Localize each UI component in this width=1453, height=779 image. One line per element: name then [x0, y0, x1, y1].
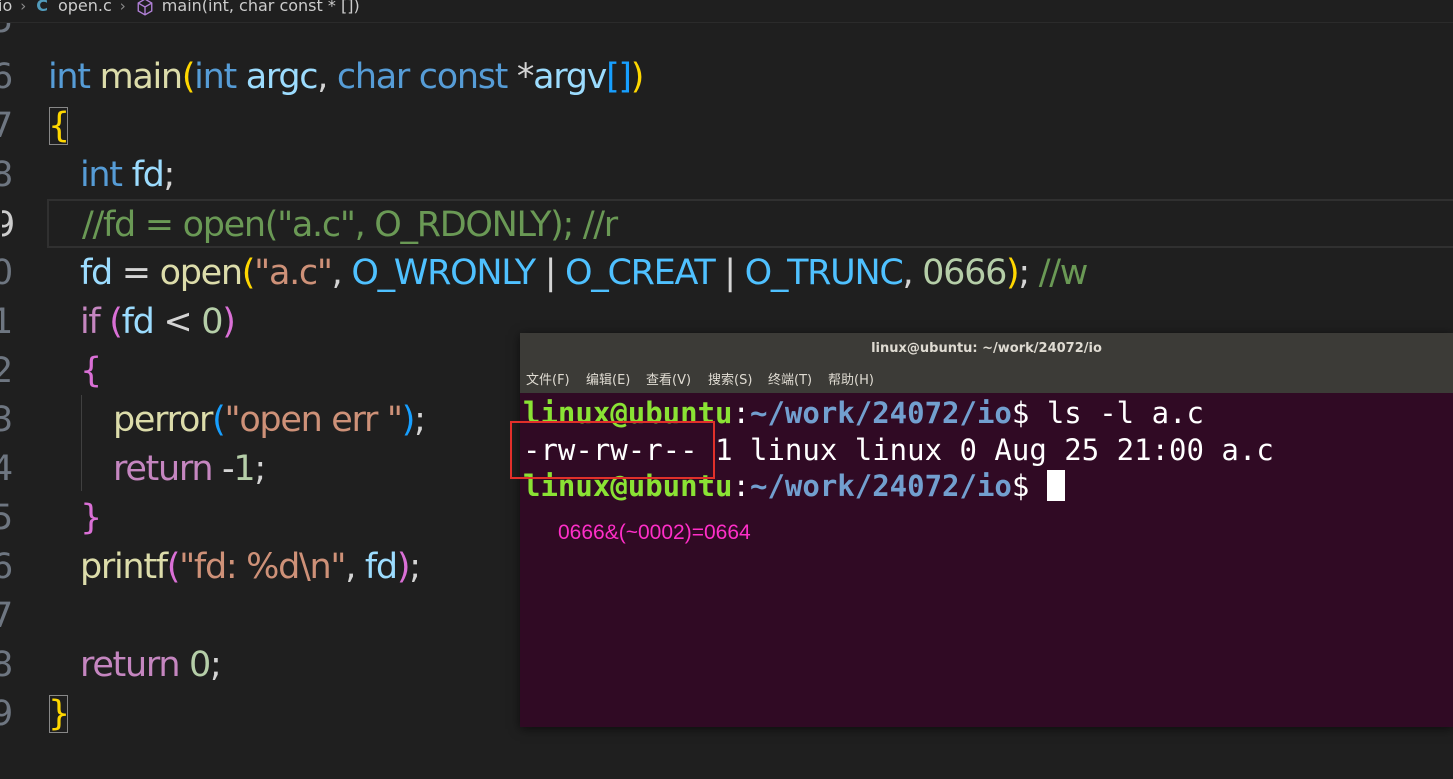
- c-file-icon: C: [36, 0, 48, 15]
- menu-edit[interactable]: 编辑(E): [586, 366, 630, 395]
- code-line: 5: [0, 23, 1453, 46]
- code-line-current: 9 //fd = open("a.c", O_RDONLY); //r: [2, 199, 1453, 248]
- terminal-cursor: [1046, 470, 1065, 501]
- code-text: return -1;: [113, 449, 266, 489]
- menu-view[interactable]: 查看(V): [646, 366, 691, 395]
- menu-terminal[interactable]: 终端(T): [768, 366, 812, 395]
- indent-guide: [81, 395, 82, 491]
- terminal-menubar: 文件(F) 编辑(E) 查看(V) 搜索(S) 终端(T) 帮助(H): [520, 364, 1453, 393]
- chevron-right-icon: ›: [20, 0, 27, 15]
- terminal-title: linux@ubuntu: ~/work/24072/io: [520, 333, 1453, 364]
- chevron-right-icon: ›: [119, 0, 126, 15]
- breadcrumb-symbol[interactable]: main(int, char const * []): [162, 0, 360, 14]
- permission-highlight-box: [510, 421, 715, 479]
- menu-search[interactable]: 搜索(S): [708, 366, 752, 395]
- menu-file[interactable]: 文件(F): [526, 366, 570, 395]
- annotation-note: 0666&(~0002)=0664: [558, 521, 751, 544]
- method-cube-icon: [136, 0, 154, 19]
- code-text: perror("open err ");: [113, 400, 426, 440]
- line-number: 12: [0, 351, 12, 391]
- menu-help[interactable]: 帮助(H): [828, 366, 874, 395]
- code-text: int fd;: [80, 155, 175, 195]
- code-line: 8 int fd;: [0, 151, 1453, 200]
- code-line: 6 int main(int argc, char const *argv[]): [0, 53, 1453, 102]
- line-number: 8: [0, 155, 12, 195]
- code-text: //fd = open("a.c", O_RDONLY); //r: [82, 205, 618, 245]
- code-text: if (fd < 0): [80, 302, 236, 342]
- code-text: return 0;: [80, 645, 222, 685]
- code-text: int main(int argc, char const *argv[]): [48, 57, 644, 97]
- line-number: 19: [0, 694, 12, 734]
- line-number: 15: [0, 498, 12, 538]
- line-number: 11: [0, 302, 12, 342]
- breadcrumb-file[interactable]: open.c: [58, 0, 112, 14]
- code-line: 10 fd = open("a.c", O_WRONLY | O_CREAT |…: [0, 249, 1453, 298]
- line-number: 7: [0, 106, 12, 146]
- code-text: fd = open("a.c", O_WRONLY | O_CREAT | O_…: [80, 253, 1088, 293]
- code-text: {: [80, 351, 102, 391]
- line-number: 14: [0, 449, 12, 489]
- breadcrumb: io › C open.c › main(int, char const * […: [0, 0, 1453, 23]
- line-number: 10: [0, 253, 12, 293]
- line-number: 6: [0, 57, 12, 97]
- line-number: 13: [0, 400, 12, 440]
- line-number: 9: [2, 205, 14, 245]
- line-number: 17: [0, 596, 12, 636]
- line-number: 5: [0, 23, 12, 46]
- breadcrumb-folder[interactable]: io: [0, 0, 12, 14]
- code-text: }: [48, 694, 70, 734]
- code-text: {: [48, 106, 70, 146]
- code-text: printf("fd: %d\n", fd);: [80, 547, 421, 587]
- line-number: 18: [0, 645, 12, 685]
- code-line: 7 {: [0, 102, 1453, 151]
- code-text: }: [80, 498, 102, 538]
- line-number: 16: [0, 547, 12, 587]
